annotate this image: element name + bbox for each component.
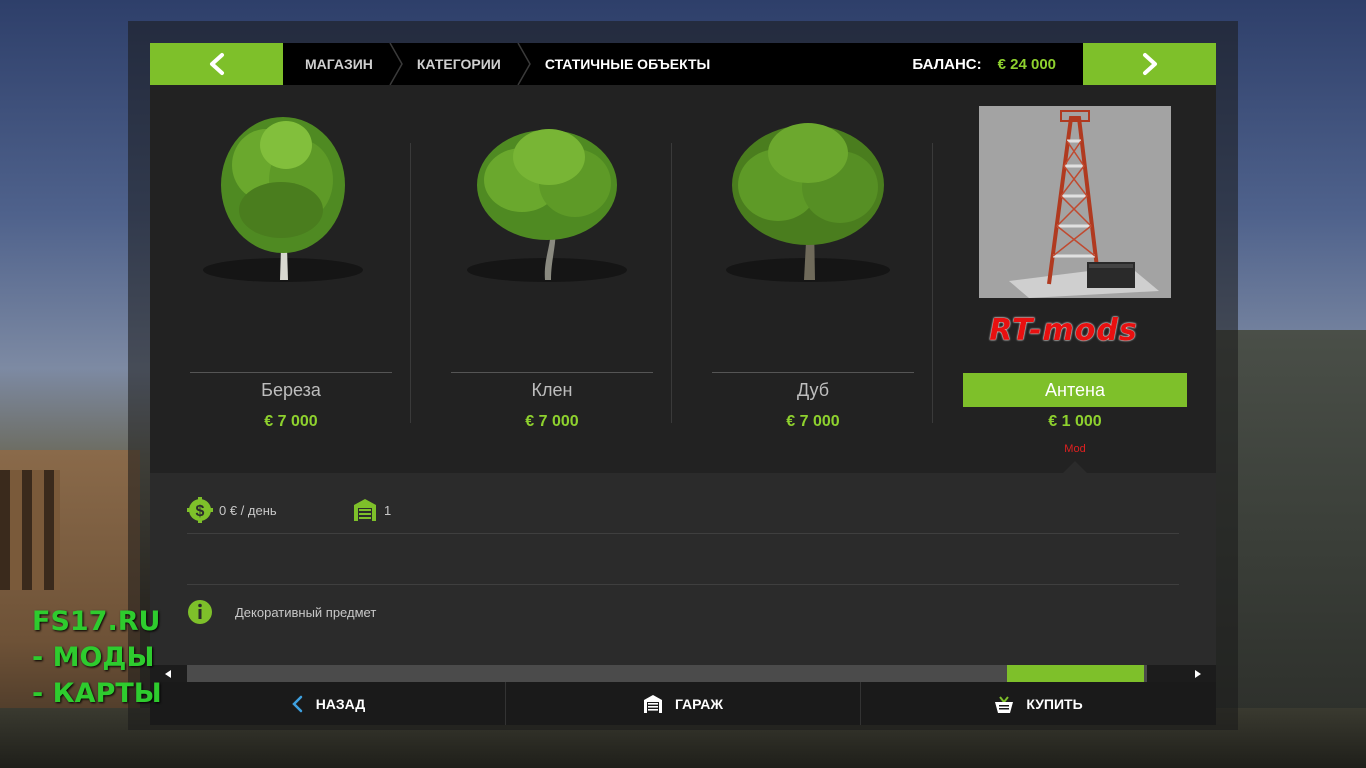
info-icon [188,600,212,624]
item-price: € 1 000 [1048,413,1102,430]
footer-bar: НАЗАД ГАРАЖ КУПИТЬ [150,682,1216,725]
upkeep-stat: $ 0 € / день [187,497,277,523]
breadcrumb-categories-label: КАТЕГОРИИ [416,56,501,72]
shop-item-maple[interactable]: Клен € 7 000 [411,85,672,473]
item-carousel: Береза € 7 000 Клен € 7 000 Дуб € 7 000 … [150,85,1216,473]
maple-tree-icon [467,129,627,282]
triangle-left-icon [165,669,171,678]
watermark-line-1: FS17.RU [32,606,161,637]
garage-button[interactable]: ГАРАЖ [506,682,860,725]
watermark-line-3: - КАРТЫ [32,678,162,709]
background-building-right [1216,330,1366,768]
back-chevron-icon [290,695,304,713]
details-divider [187,584,1179,585]
buy-button-label: КУПИТЬ [1026,695,1083,712]
birch-tree-icon [203,117,363,282]
item-name: Дуб [796,379,830,400]
item-scrollbar[interactable] [150,665,1216,682]
item-price: € 7 000 [264,413,318,430]
next-category-button[interactable] [1083,43,1216,85]
buy-button[interactable]: КУПИТЬ [861,682,1216,725]
item-name: Клен [531,379,573,400]
garage-icon [354,499,376,521]
shop-panel: МАГАЗИН КАТЕГОРИИ СТАТИЧНЫЕ ОБЪЕКТЫ БАЛА… [150,43,1216,725]
balance: БАЛАНС: € 24 000 [912,43,1056,85]
chevron-left-icon [209,53,224,75]
selection-pointer [1063,461,1087,473]
shop-item-birch[interactable]: Береза € 7 000 [150,85,411,473]
mod-badge: Mod [1064,443,1086,455]
garage-icon [643,694,663,714]
garage-button-label: ГАРАЖ [674,695,724,712]
scrollbar-track[interactable] [187,665,1147,682]
details-divider [187,533,1179,534]
breadcrumb-shop-label: МАГАЗИН [305,56,373,72]
breadcrumb-static-objects-label: СТАТИЧНЫЕ ОБЪЕКТЫ [544,56,711,72]
shop-item-oak[interactable]: Дуб € 7 000 [672,85,933,473]
storage-stat: 1 [352,497,391,523]
shop-header: МАГАЗИН КАТЕГОРИИ СТАТИЧНЫЕ ОБЪЕКТЫ БАЛА… [150,43,1216,85]
antenna-tower-icon [979,106,1171,298]
item-details: $ 0 € / день 1 Декоративный предмет [150,461,1216,665]
breadcrumb-static-objects: СТАТИЧНЫЕ ОБЪЕКТЫ [523,43,732,85]
item-name-selected: Антена [963,373,1187,407]
back-button[interactable]: НАЗАД [150,682,505,725]
svg-text:$: $ [196,503,205,520]
site-watermark: FS17.RU - МОДЫ - КАРТЫ [32,604,162,712]
money-gear-icon: $ [187,497,213,523]
previous-category-button[interactable] [150,43,283,85]
upkeep-value: 0 € / день [219,502,277,518]
item-price: € 7 000 [525,413,579,430]
rt-mods-watermark: RT-mods [989,313,1138,348]
balance-label: БАЛАНС: [912,55,982,73]
balance-value: € 24 000 [997,55,1056,73]
item-price: € 7 000 [786,413,840,430]
scrollbar-thumb[interactable] [1007,665,1144,682]
breadcrumb: МАГАЗИН КАТЕГОРИИ СТАТИЧНЫЕ ОБЪЕКТЫ [283,43,732,85]
storage-value: 1 [384,502,392,518]
shopping-basket-icon [994,694,1014,714]
scroll-right-button[interactable] [1188,665,1208,682]
chevron-right-icon [1142,53,1157,75]
back-button-label: НАЗАД [315,695,366,712]
shop-item-antenna[interactable]: RT-mods Антена € 1 000 Mod [933,85,1194,473]
breadcrumb-shop[interactable]: МАГАЗИН [283,43,403,85]
watermark-line-2: - МОДЫ [32,642,155,673]
description-row: Декоративный предмет [187,599,376,625]
item-name: Береза [261,379,321,400]
triangle-right-icon [1195,669,1201,678]
item-description: Декоративный предмет [235,604,377,620]
breadcrumb-categories[interactable]: КАТЕГОРИИ [395,43,531,85]
oak-tree-icon [726,123,890,282]
